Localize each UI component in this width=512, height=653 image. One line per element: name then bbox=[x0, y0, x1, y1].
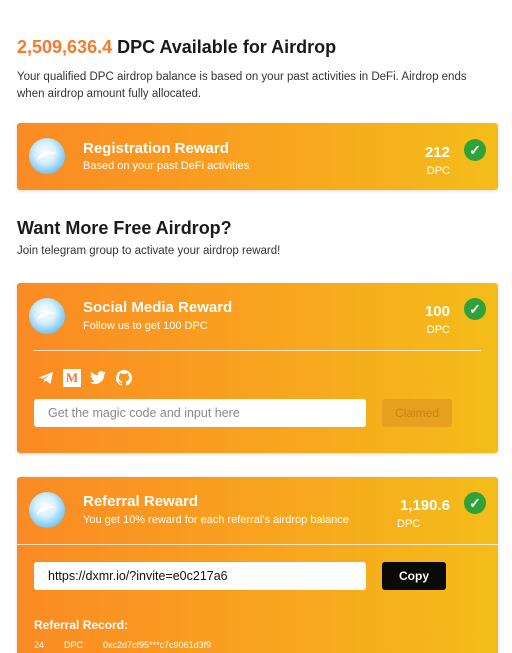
hero-description: Your qualified DPC airdrop balance is ba… bbox=[17, 71, 467, 100]
social-media-reward-card: Social Media Reward Follow us to get 100… bbox=[17, 283, 498, 453]
registration-reward-unit: DPC bbox=[426, 165, 450, 177]
referral-record-row: 24 DPC 0xc2d7cf95***c7c9061d3f9 bbox=[34, 640, 211, 650]
social-reward-unit: DPC bbox=[426, 324, 450, 336]
available-amount: 2,509,636.4 bbox=[17, 37, 113, 57]
social-reward-amount: 100 bbox=[424, 303, 450, 320]
check-icon: ✓ bbox=[464, 492, 486, 514]
dpc-logo-icon bbox=[29, 138, 65, 174]
check-icon: ✓ bbox=[464, 139, 486, 161]
dpc-logo-icon bbox=[29, 492, 65, 528]
divider bbox=[34, 350, 481, 351]
github-icon[interactable] bbox=[115, 369, 133, 387]
divider bbox=[17, 544, 498, 545]
registration-reward-title: Registration Reward bbox=[83, 140, 229, 157]
check-icon: ✓ bbox=[464, 298, 486, 320]
registration-reward-subtitle: Based on your past DeFi activities bbox=[83, 160, 250, 172]
referral-reward-amount: 1,190.6 bbox=[399, 497, 450, 514]
registration-reward-card: Registration Reward Based on your past D… bbox=[17, 123, 498, 190]
medium-letter: M bbox=[63, 369, 81, 387]
airdrop-page: 2,509,636.4 DPC Available for Airdrop Yo… bbox=[0, 0, 512, 653]
magic-code-placeholder: Get the magic code and input here bbox=[48, 406, 240, 420]
invite-link-value: https://dxmr.io/?invite=e0c217a6 bbox=[48, 569, 228, 583]
claimed-button[interactable]: Claimed bbox=[382, 399, 452, 427]
referral-reward-card: Referral Reward You get 10% reward for e… bbox=[17, 477, 498, 653]
referral-reward-unit: DPC bbox=[397, 518, 421, 530]
dpc-logo-icon bbox=[29, 298, 65, 334]
referral-record-label: Referral Record: bbox=[34, 618, 129, 632]
registration-reward-amount: 212 bbox=[424, 144, 450, 161]
hero-title: 2,509,636.4 DPC Available for Airdrop bbox=[17, 37, 336, 58]
hero-title-text: DPC Available for Airdrop bbox=[117, 37, 337, 57]
medium-icon[interactable]: M bbox=[63, 369, 81, 387]
social-reward-subtitle: Follow us to get 100 DPC bbox=[83, 320, 208, 332]
invite-link-field[interactable]: https://dxmr.io/?invite=e0c217a6 bbox=[34, 562, 366, 590]
social-reward-title: Social Media Reward bbox=[83, 299, 233, 316]
telegram-icon[interactable] bbox=[37, 369, 55, 387]
referral-reward-title: Referral Reward bbox=[83, 493, 199, 510]
referral-record-amount: 24 bbox=[34, 640, 45, 650]
referral-reward-subtitle: You get 10% reward for each referral's a… bbox=[83, 514, 349, 526]
social-icons-row: M bbox=[37, 369, 133, 387]
more-airdrop-description: Join telegram group to activate your air… bbox=[17, 245, 281, 257]
referral-record-address: 0xc2d7cf95***c7c9061d3f9 bbox=[103, 640, 212, 650]
copy-button[interactable]: Copy bbox=[382, 562, 446, 590]
twitter-icon[interactable] bbox=[89, 369, 107, 387]
more-airdrop-title: Want More Free Airdrop? bbox=[17, 218, 232, 238]
referral-record-unit: DPC bbox=[64, 640, 84, 650]
magic-code-input[interactable]: Get the magic code and input here bbox=[34, 399, 366, 427]
